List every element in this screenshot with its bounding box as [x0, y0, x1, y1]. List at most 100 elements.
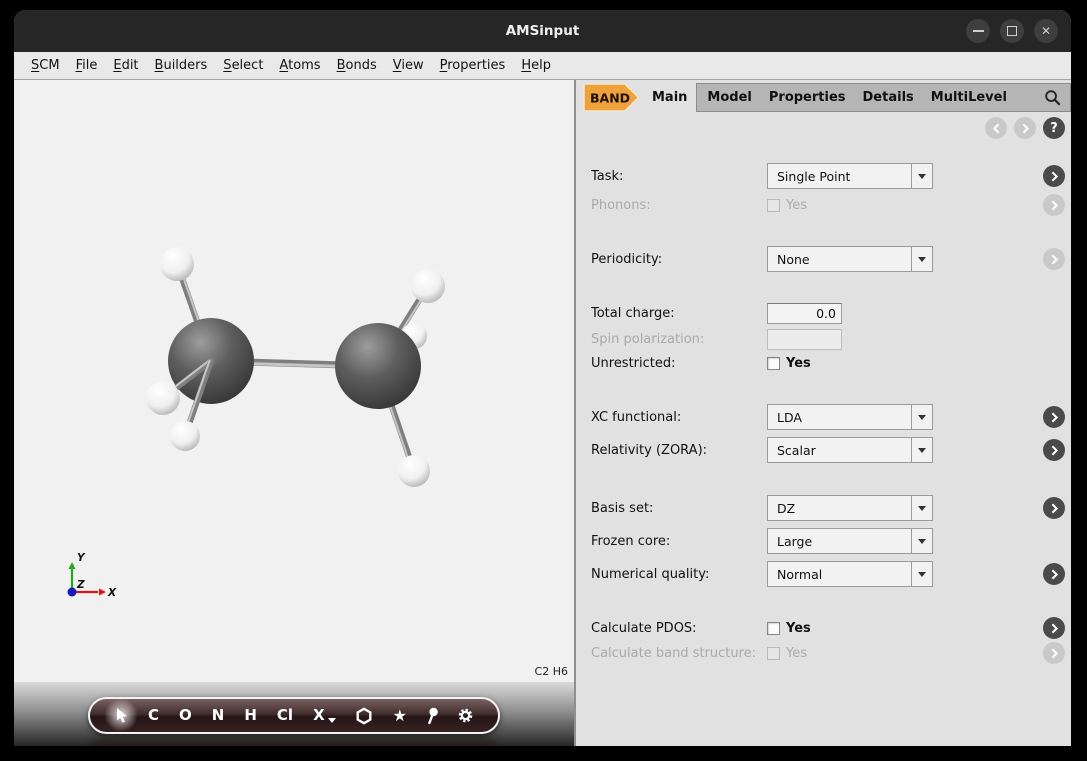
atom-H[interactable]	[160, 247, 194, 281]
help-button[interactable]: ?	[1043, 117, 1065, 139]
row-periodicity: Periodicity:None	[591, 246, 1071, 272]
chevron-right-icon	[1048, 171, 1058, 181]
basis-set-select[interactable]: DZ	[767, 495, 933, 521]
content-area: YXZ C2 H6 CONHClX★ BAND Main ModelProper	[14, 80, 1071, 746]
element-n[interactable]: N	[212, 708, 225, 723]
triangle-icon	[918, 506, 926, 511]
tab-details[interactable]: Details	[863, 90, 914, 105]
close-button[interactable]: ✕	[1034, 19, 1058, 43]
molecule-canvas[interactable]: YXZ	[14, 80, 574, 682]
chevron-right-icon	[1048, 254, 1058, 264]
triangle-icon	[918, 174, 926, 179]
atom-H[interactable]	[146, 381, 180, 415]
calculate-band-structure-detail-button[interactable]	[1043, 642, 1065, 664]
viewer-3d[interactable]: YXZ C2 H6	[14, 80, 574, 682]
minimize-button[interactable]	[966, 19, 990, 43]
menu-builders[interactable]: Builders	[147, 58, 216, 73]
search-icon[interactable]	[1044, 89, 1061, 106]
spin-polarization-input[interactable]	[767, 329, 842, 350]
unrestricted-checkbox[interactable]	[767, 357, 780, 370]
menu-properties[interactable]: Properties	[432, 58, 514, 73]
element-picker[interactable]: X	[313, 708, 336, 723]
element-c[interactable]: C	[148, 708, 159, 723]
label-calculate-pdos: Calculate PDOS:	[591, 621, 767, 636]
calculate-band-structure-checkwrap: Yes	[767, 646, 807, 661]
numerical-quality-detail-button[interactable]	[1043, 563, 1065, 585]
dropdown-arrow-icon	[911, 529, 932, 553]
menu-edit[interactable]: Edit	[105, 58, 146, 73]
pin-tool[interactable]	[425, 707, 439, 725]
relativity-zora-detail-button[interactable]	[1043, 439, 1065, 461]
tab-main[interactable]: Main	[643, 83, 696, 112]
menu-help[interactable]: Help	[513, 58, 559, 73]
xc-functional-select[interactable]: LDA	[767, 404, 933, 430]
atom-C[interactable]	[335, 323, 421, 409]
app-window: AMSinput ✕ SCMFileEditBuildersSelectAtom…	[14, 10, 1071, 746]
settings-panel: BAND Main Model Properties Details MultiLev…	[576, 80, 1071, 746]
formula-label: C2 H6	[535, 665, 568, 678]
numerical-quality-select[interactable]: Normal	[767, 561, 933, 587]
triangle-icon	[918, 448, 926, 453]
window-controls: ✕	[966, 19, 1058, 43]
label-total-charge: Total charge:	[591, 306, 767, 321]
element-o[interactable]: O	[179, 708, 192, 723]
forward-icon	[1019, 123, 1029, 133]
menu-bonds[interactable]: Bonds	[329, 58, 385, 73]
label-calculate-band-structure: Calculate band structure:	[591, 646, 767, 661]
tab-properties[interactable]: Properties	[769, 90, 846, 105]
back-button[interactable]	[985, 117, 1007, 139]
chevron-right-icon	[1048, 623, 1058, 633]
label-frozen-core: Frozen core:	[591, 534, 767, 549]
atom-H[interactable]	[411, 269, 445, 303]
menu-scm[interactable]: SCM	[23, 58, 68, 73]
atom-H[interactable]	[398, 455, 430, 487]
pointer-tool[interactable]	[114, 707, 129, 724]
calculate-pdos-detail-button[interactable]	[1043, 617, 1065, 639]
maximize-button[interactable]	[1000, 19, 1024, 43]
settings-tool[interactable]	[457, 707, 474, 724]
label-spin-polarization: Spin polarization:	[591, 332, 767, 347]
tab-model[interactable]: Model	[707, 90, 751, 105]
menu-view[interactable]: View	[385, 58, 432, 73]
total-charge-input[interactable]	[767, 303, 842, 324]
calculate-band-structure-checkbox[interactable]	[767, 647, 780, 660]
element-cl[interactable]: Cl	[277, 708, 293, 723]
periodicity-detail-button[interactable]	[1043, 248, 1065, 270]
structures-tool[interactable]: ★	[393, 708, 407, 724]
phonons-detail-button[interactable]	[1043, 194, 1065, 216]
row-calculate-pdos: Calculate PDOS:Yes	[591, 615, 1071, 641]
periodicity-select[interactable]: None	[767, 246, 933, 272]
label-relativity-zora: Relativity (ZORA):	[591, 443, 767, 458]
minimize-icon	[973, 30, 984, 32]
menu-atoms[interactable]: Atoms	[271, 58, 328, 73]
tab-multilevel[interactable]: MultiLevel	[931, 90, 1007, 105]
calculate-pdos-checkbox[interactable]	[767, 622, 780, 635]
forward-button[interactable]	[1014, 117, 1036, 139]
chevron-right-icon	[1048, 503, 1058, 513]
triangle-icon	[918, 539, 926, 544]
axis-y-label: Y	[77, 552, 86, 564]
frozen-core-select[interactable]: Large	[767, 528, 933, 554]
task-select[interactable]: Single Point	[767, 163, 933, 189]
periodicity-value: None	[768, 247, 911, 271]
task-detail-button[interactable]	[1043, 165, 1065, 187]
atom-H[interactable]	[170, 421, 200, 451]
relativity-zora-select[interactable]: Scalar	[767, 437, 933, 463]
xc-functional-detail-button[interactable]	[1043, 406, 1065, 428]
menu-file[interactable]: File	[68, 58, 106, 73]
element-h[interactable]: H	[244, 708, 257, 723]
menu-select[interactable]: Select	[215, 58, 271, 73]
relativity-zora-value: Scalar	[768, 438, 911, 462]
band-tag-text: BAND	[590, 91, 630, 106]
gear-icon	[457, 707, 474, 724]
unrestricted-check-label: Yes	[786, 356, 811, 371]
ring-tool[interactable]	[355, 707, 373, 725]
band-menu-button[interactable]: BAND	[583, 83, 640, 112]
basis-set-detail-button[interactable]	[1043, 497, 1065, 519]
chevron-right-icon	[1048, 412, 1058, 422]
phonons-checkbox[interactable]	[767, 199, 780, 212]
triangle-icon	[918, 257, 926, 262]
calculate-band-structure-check-label: Yes	[786, 646, 807, 661]
pointer-icon	[114, 707, 129, 724]
toolbar-strip: C O N H Cl X ★	[14, 682, 574, 746]
